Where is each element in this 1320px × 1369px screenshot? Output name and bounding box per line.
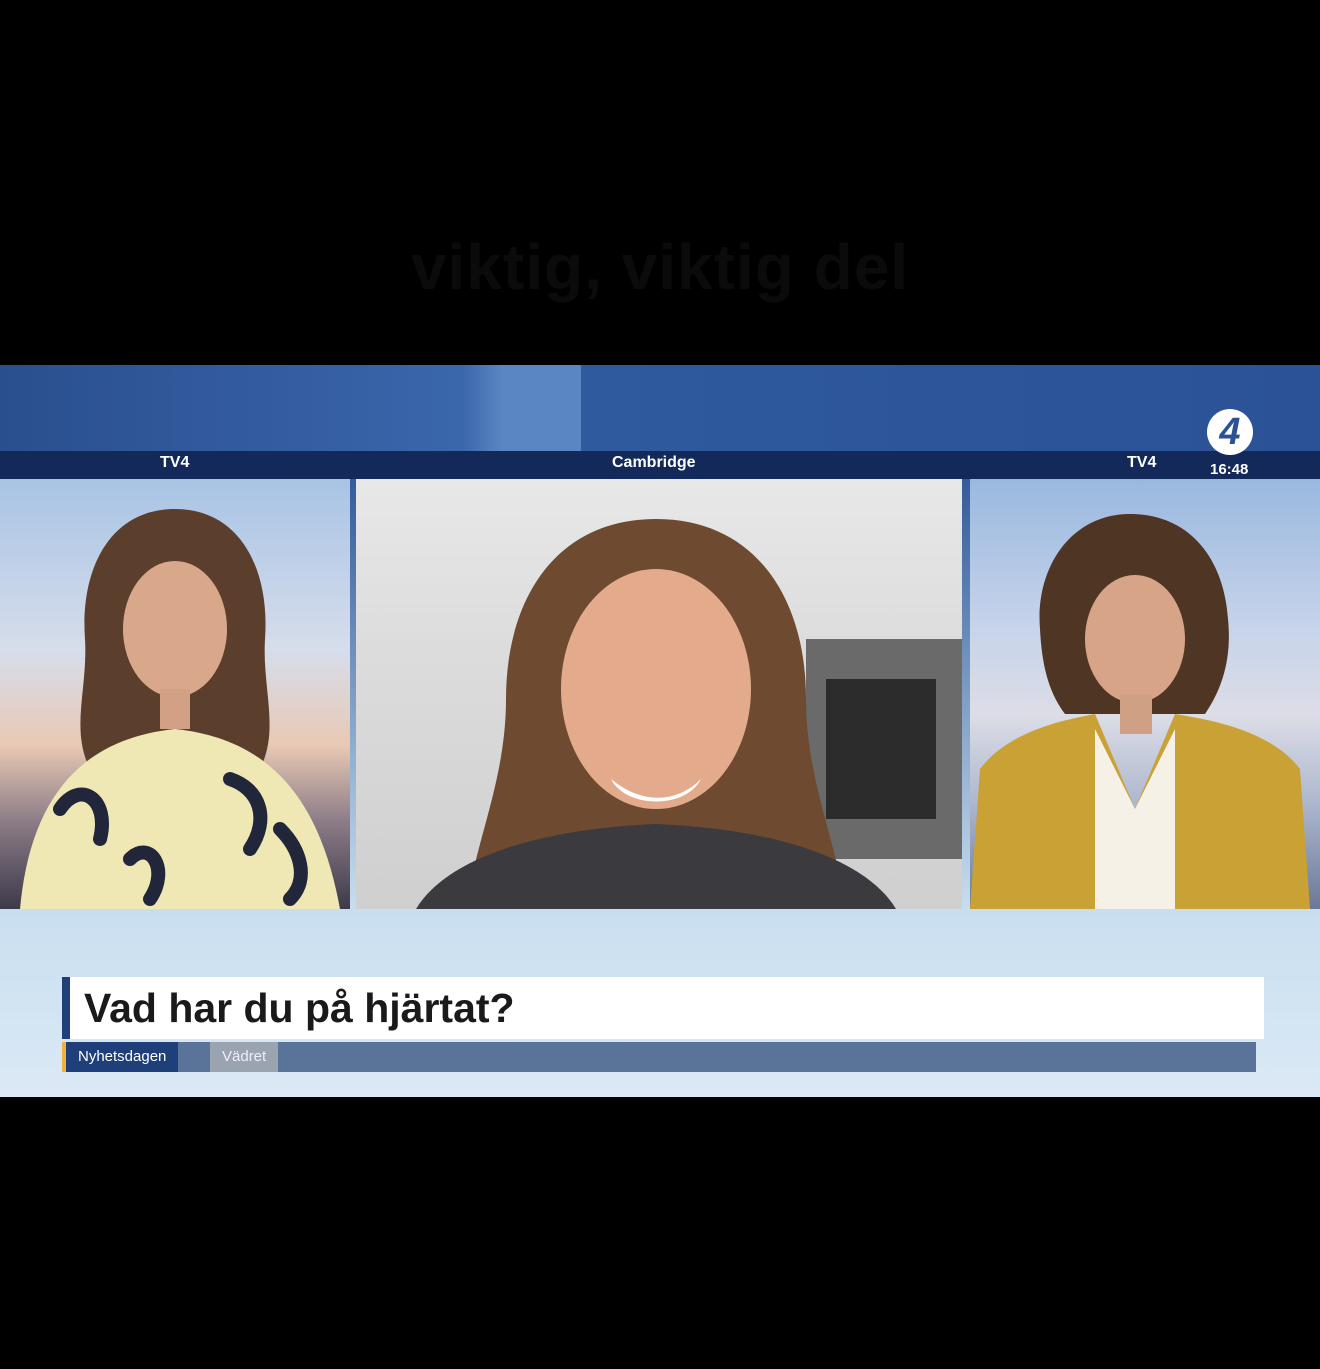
presenter-right-figure (970, 514, 1310, 909)
video-pane-left (0, 479, 350, 909)
header-band (0, 365, 1320, 451)
video-pane-right (970, 479, 1320, 909)
presenter-left-figure (20, 509, 340, 909)
pane-label-left: TV4 (160, 454, 190, 471)
ticker-tab-vadret: Vädret (210, 1042, 279, 1072)
program-ticker-bar: Nyhetsdagen Vädret (62, 1042, 1256, 1072)
clock: 16:48 (1210, 461, 1249, 478)
tv4-logo-icon: 4 (1207, 409, 1253, 455)
broadcast-frame: TV4 Cambridge TV4 4 16:48 Vad har du på … (0, 365, 1320, 1097)
overlay-caption: viktig, viktig del (410, 231, 910, 303)
ticker-tab-nyhetsdagen: Nyhetsdagen (62, 1042, 179, 1072)
pane-label-center: Cambridge (612, 454, 696, 471)
video-pane-center (356, 479, 962, 909)
guest-center-figure (416, 519, 962, 909)
pane-label-right: TV4 (1127, 454, 1157, 471)
headline-text: Vad har du på hjärtat? (84, 985, 515, 1031)
headline-lower-third: Vad har du på hjärtat? (62, 977, 1264, 1039)
